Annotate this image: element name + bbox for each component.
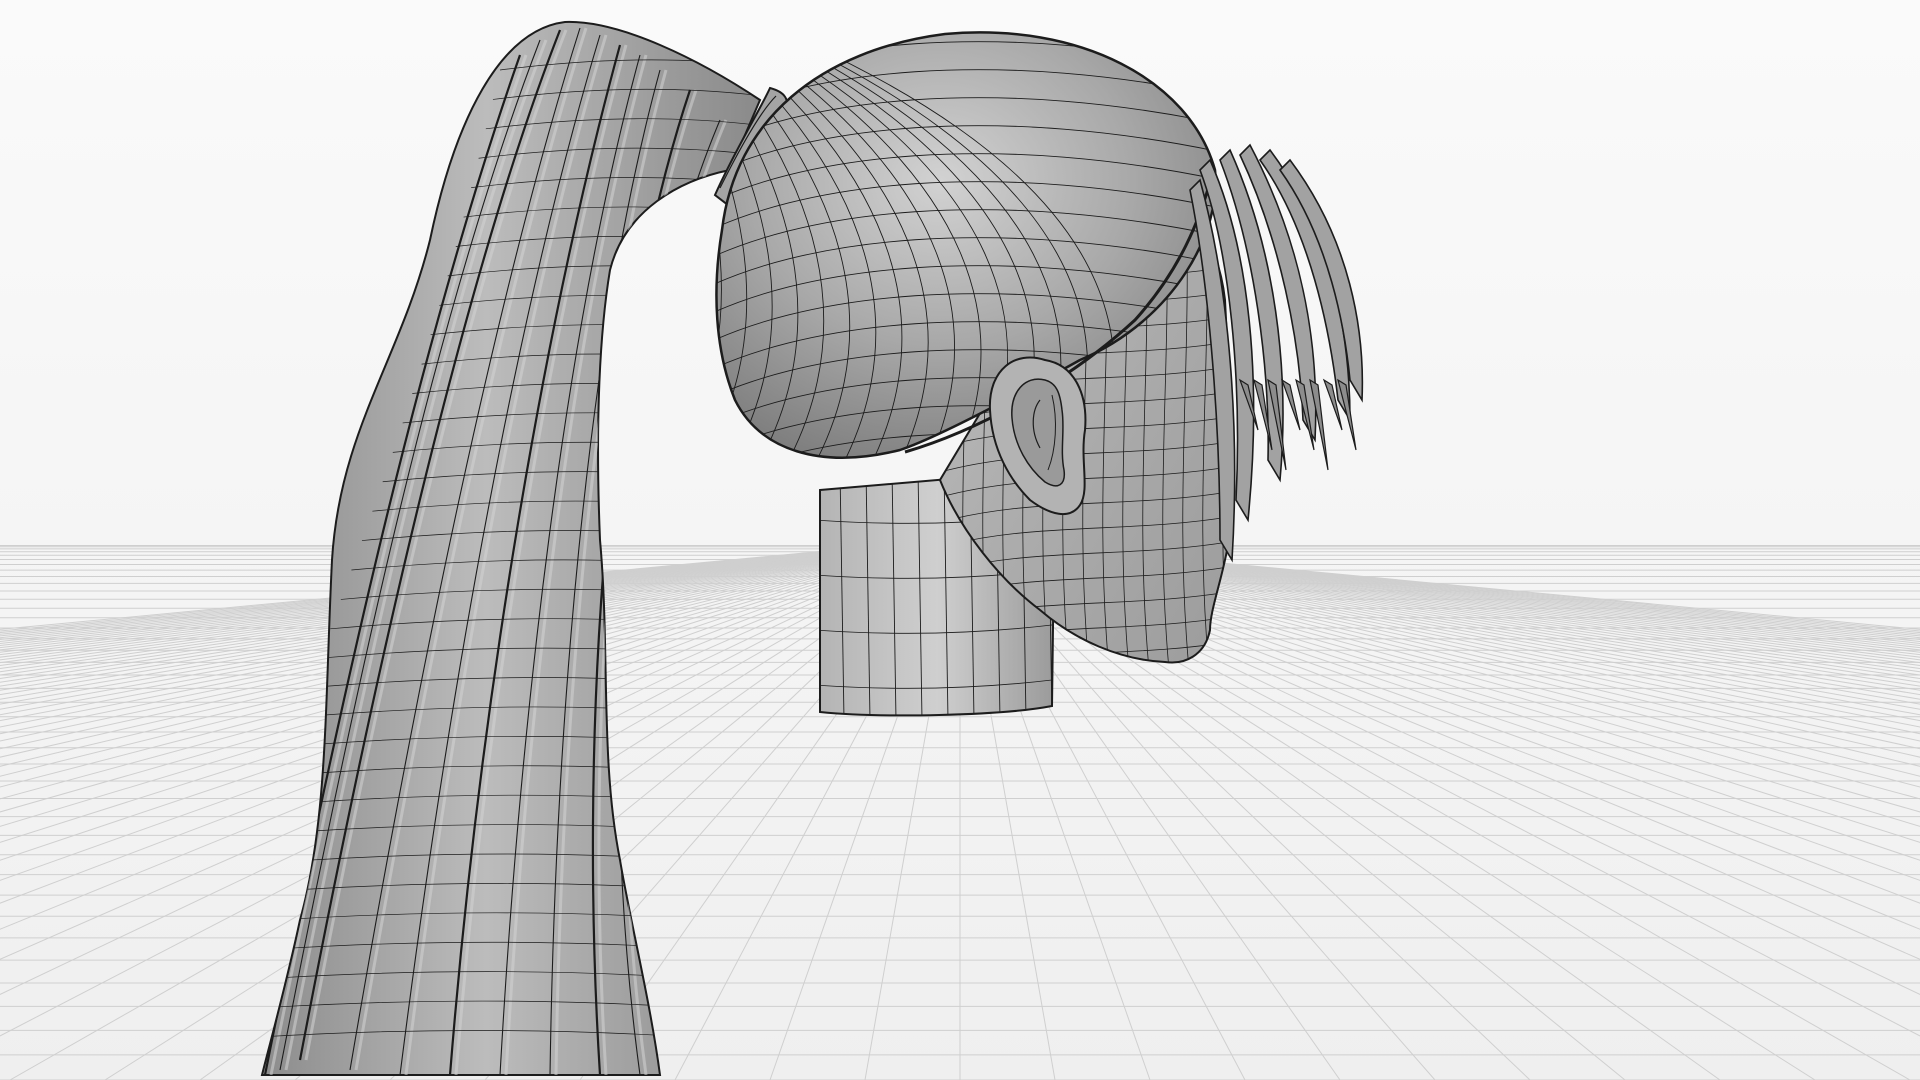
viewport-canvas[interactable] (0, 0, 1920, 1080)
3d-viewport[interactable] (0, 0, 1920, 1080)
